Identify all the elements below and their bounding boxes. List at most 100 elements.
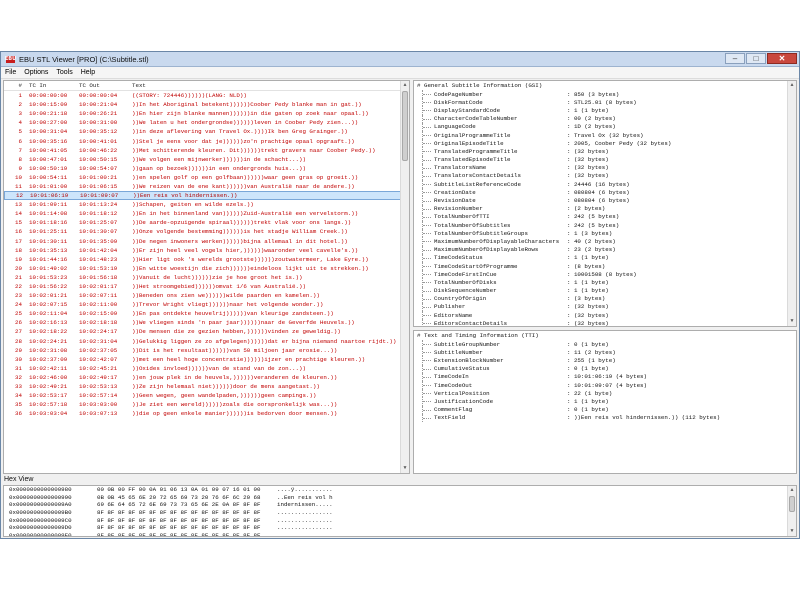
table-row[interactable]: 33 10:02:49:21 10:02:53:13))Ze zijn helema…: [4, 382, 409, 391]
gsi-field[interactable]: OriginalProgrammeTitle: Travel Ox (32 by…: [414, 130, 796, 140]
gsi-field[interactable]: TimeCodeFirstInCue: 10001508 (8 bytes): [414, 270, 796, 279]
hex-row[interactable]: 0x00000000000009A0 69 6E 64 65 72 6E 69 7…: [4, 501, 796, 509]
maximize-icon[interactable]: □: [746, 53, 766, 64]
table-row[interactable]: 10 10:00:54:11 10:01:00:21))en spelen golf…: [4, 173, 409, 182]
minimize-icon[interactable]: –: [725, 53, 745, 64]
gsi-field[interactable]: CountryOfOrigin: (3 bytes): [414, 294, 796, 303]
gsi-field[interactable]: CreationDate: 080804 (6 bytes): [414, 188, 796, 197]
table-row[interactable]: 7 10:00:41:05 10:00:46:22))Met schitterend…: [4, 146, 409, 155]
table-row[interactable]: 32 10:02:46:00 10:02:49:17))en jouw plek i…: [4, 373, 409, 382]
gsi-header[interactable]: # General Subtitle Information (GSI): [414, 81, 796, 90]
table-row[interactable]: 28 10:02:24:21 10:02:31:04))Gelukkig ligge…: [4, 337, 409, 346]
table-row[interactable]: 3 10:00:21:18 10:00:26:21))En hier zijn bl…: [4, 109, 409, 118]
table-row[interactable]: 9 10:00:50:19 10:00:54:07))gaan op bezoek)…: [4, 164, 409, 173]
table-row[interactable]: 13 10:01:09:11 10:01:13:24))Schapen, geite…: [4, 200, 409, 209]
tti-field[interactable]: ExtensionBlockNumber: 255 (1 byte): [414, 356, 796, 365]
gsi-field[interactable]: TotalNumberOfDisks: 1 (1 byte): [414, 278, 796, 287]
menu-file[interactable]: File: [1, 69, 20, 76]
gsi-field[interactable]: TranslatorsContactDetails: (32 bytes): [414, 171, 796, 181]
tti-field[interactable]: CommentFlag: 0 (1 byte): [414, 405, 796, 414]
table-row[interactable]: 1 00:00:00:00 00:00:00:04 ((STORY: 724446))…: [4, 91, 409, 100]
table-row[interactable]: 16 10:01:25:11 10:01:30:07))Onze volgende …: [4, 227, 409, 236]
gsi-field[interactable]: EditorsName: (32 bytes): [414, 311, 796, 320]
scroll-down-icon[interactable]: ▼: [788, 527, 796, 536]
tti-field[interactable]: CumulativeStatus: 0 (1 byte): [414, 364, 796, 373]
gsi-field[interactable]: EditorsContactDetails: (32 bytes): [414, 319, 796, 326]
scroll-up-icon[interactable]: ▲: [788, 486, 796, 495]
hex-row[interactable]: 0x00000000000009C0 8F 8F 8F 8F 8F 8F 8F 8…: [4, 516, 796, 524]
gsi-field[interactable]: OriginalEpisodeTitle: 2005, Coober Pedy …: [414, 139, 796, 148]
gsi-panel[interactable]: # General Subtitle Information (GSI) Cod…: [413, 80, 797, 327]
scroll-thumb[interactable]: [402, 91, 408, 161]
table-row[interactable]: 25 10:02:11:04 10:02:15:09))En pas ontdekt…: [4, 309, 409, 318]
gsi-field[interactable]: SubtitleListReferenceCode: 24446 (16 byt…: [414, 180, 796, 189]
table-row[interactable]: 14 10:01:14:08 10:01:18:12))En in het binn…: [4, 209, 409, 218]
header-tc-in[interactable]: TC In: [24, 82, 76, 89]
gsi-field[interactable]: DiskFormatCode: STL25.01 (8 bytes): [414, 98, 796, 107]
gsi-field[interactable]: CharacterCodeTableNumber: 00 (2 bytes): [414, 114, 796, 123]
gsi-scrollbar[interactable]: ▲ ▼: [787, 81, 796, 326]
gsi-field[interactable]: CodePageNumber: 850 (3 bytes): [414, 90, 796, 99]
table-row[interactable]: 29 10:02:31:08 10:02:37:05))Dit is het res…: [4, 346, 409, 355]
subtitle-table[interactable]: # TC In TC Out Text 1 00:00:00:00 00:00:00…: [3, 80, 410, 474]
table-row[interactable]: 27 10:02:18:22 10:02:24:17))De mensen die …: [4, 327, 409, 336]
hex-row[interactable]: 0x0000000000000990 0B 0B 45 65 6E 20 72 6…: [4, 494, 796, 502]
gsi-field[interactable]: TimeCodeStartOfProgramme: (8 bytes): [414, 261, 796, 271]
menu-options[interactable]: Options: [20, 69, 52, 76]
table-row[interactable]: 8 10:00:47:01 10:00:50:15))We volgen een m…: [4, 155, 409, 164]
close-icon[interactable]: ✕: [767, 53, 797, 64]
hex-row[interactable]: 0x0000000000000980 00 0B 00 FF 00 0A 01 0…: [4, 486, 796, 494]
gsi-field[interactable]: MaximumNumberOfDisplayableRows: 23 (2 by…: [414, 245, 796, 254]
table-row[interactable]: 23 10:02:01:21 10:02:07:11))Beneden ons zi…: [4, 291, 409, 300]
hex-view[interactable]: 0x0000000000000980 00 0B 00 FF 00 0A 01 0…: [3, 485, 797, 537]
header-tc-out[interactable]: TC Out: [76, 82, 128, 89]
tti-panel[interactable]: # Text and Timing Information (TTI) Subt…: [413, 330, 797, 474]
gsi-field[interactable]: TranslatedProgrammeTitle: (32 bytes): [414, 147, 796, 156]
scroll-up-icon[interactable]: ▲: [788, 81, 796, 90]
scroll-down-icon[interactable]: ▼: [788, 317, 796, 326]
table-row[interactable]: 19 10:01:44:16 10:01:48:23))Hier ligt ook …: [4, 255, 409, 264]
gsi-field[interactable]: DisplayStandardCode: 1 (1 byte): [414, 106, 796, 115]
tti-field[interactable]: TimeCodeOut: 10:01:09:07 (4 bytes): [414, 380, 796, 390]
gsi-field[interactable]: TranslatedEpisodeTitle: (32 bytes): [414, 155, 796, 164]
hex-row[interactable]: 0x00000000000009E0 8F 8F 8F 8F 8F 8F 8F 8…: [4, 532, 796, 536]
table-row[interactable]: 36 10:03:03:04 10:03:07:13))die op geen en…: [4, 409, 409, 418]
gsi-field[interactable]: TotalNumberOfSubtitles: 242 (5 bytes): [414, 221, 796, 230]
gsi-field[interactable]: LanguageCode: 1D (2 bytes): [414, 122, 796, 131]
gsi-field[interactable]: TotalNumberOfTTI: 242 (5 bytes): [414, 212, 796, 221]
table-row[interactable]: 34 10:02:53:17 10:02:57:14))Geen wegen, ge…: [4, 391, 409, 400]
gsi-field[interactable]: Publisher: (32 bytes): [414, 302, 796, 312]
table-row[interactable]: 26 10:02:16:13 10:02:18:18))We vliegen sin…: [4, 318, 409, 327]
table-row[interactable]: 6 10:00:35:16 10:00:41:01))Stel je eens vo…: [4, 136, 409, 145]
gsi-field[interactable]: MaximumNumberOfDisplayableCharacters: 40…: [414, 237, 796, 246]
menu-tools[interactable]: Tools: [52, 69, 76, 76]
gsi-field[interactable]: RevisionNumber: (2 bytes): [414, 204, 796, 213]
hex-row[interactable]: 0x00000000000009D0 8F 8F 8F 8F 8F 8F 8F 8…: [4, 524, 796, 532]
table-row[interactable]: 11 10:01:01:00 10:01:06:15))We reizen van …: [4, 182, 409, 191]
table-row[interactable]: 18 10:01:35:13 10:01:42:04))Er zijn heel v…: [4, 246, 409, 255]
header-number[interactable]: #: [4, 82, 24, 89]
tti-field[interactable]: TimeCodeIn: 10:01:06:19 (4 bytes): [414, 372, 796, 381]
table-row[interactable]: 5 10:00:31:04 10:00:35:12))in deze aflever…: [4, 127, 409, 136]
header-text[interactable]: Text: [128, 82, 409, 89]
tti-field[interactable]: TextField: ))Een reis vol hindernissen.)…: [414, 413, 796, 422]
menu-help[interactable]: Help: [77, 69, 99, 76]
table-row[interactable]: 35 10:02:57:18 10:03:03:00))Je ziet een we…: [4, 400, 409, 409]
gsi-field[interactable]: TranslatorsName: (32 bytes): [414, 163, 796, 172]
scroll-down-icon[interactable]: ▼: [401, 464, 409, 473]
table-row[interactable]: 2 10:00:15:09 10:00:21:04))In het Aborigin…: [4, 100, 409, 109]
tti-field[interactable]: SubtitleNumber: 11 (2 bytes): [414, 348, 796, 357]
table-row[interactable]: 21 10:01:53:23 10:01:56:18))Vanuit de luch…: [4, 273, 409, 282]
table-row[interactable]: 30 10:02:37:09 10:02:42:07))met een heel h…: [4, 355, 409, 364]
scroll-thumb[interactable]: [789, 496, 795, 512]
tti-field[interactable]: VerticalPosition: 22 (1 byte): [414, 389, 796, 398]
table-row[interactable]: 17 10:01:30:11 10:01:35:09))De negen inwon…: [4, 237, 409, 246]
hex-scrollbar[interactable]: ▲ ▼: [787, 486, 796, 536]
table-row[interactable]: 4 10:00:27:00 10:00:31:00))We laten u het …: [4, 118, 409, 127]
tti-field[interactable]: JustificationCode: 1 (1 byte): [414, 397, 796, 406]
table-row[interactable]: 20 10:01:49:02 10:01:53:19))En witte woest…: [4, 264, 409, 273]
table-row[interactable]: 15 10:01:18:16 10:01:25:07))De aarde-opzui…: [4, 218, 409, 227]
tti-field[interactable]: SubtitleGroupNumber: 0 (1 byte): [414, 340, 796, 349]
gsi-field[interactable]: TimeCodeStatus: 1 (1 byte): [414, 253, 796, 262]
gsi-field[interactable]: TotalNumberOfSubtitleGroups: 1 (3 bytes): [414, 229, 796, 238]
